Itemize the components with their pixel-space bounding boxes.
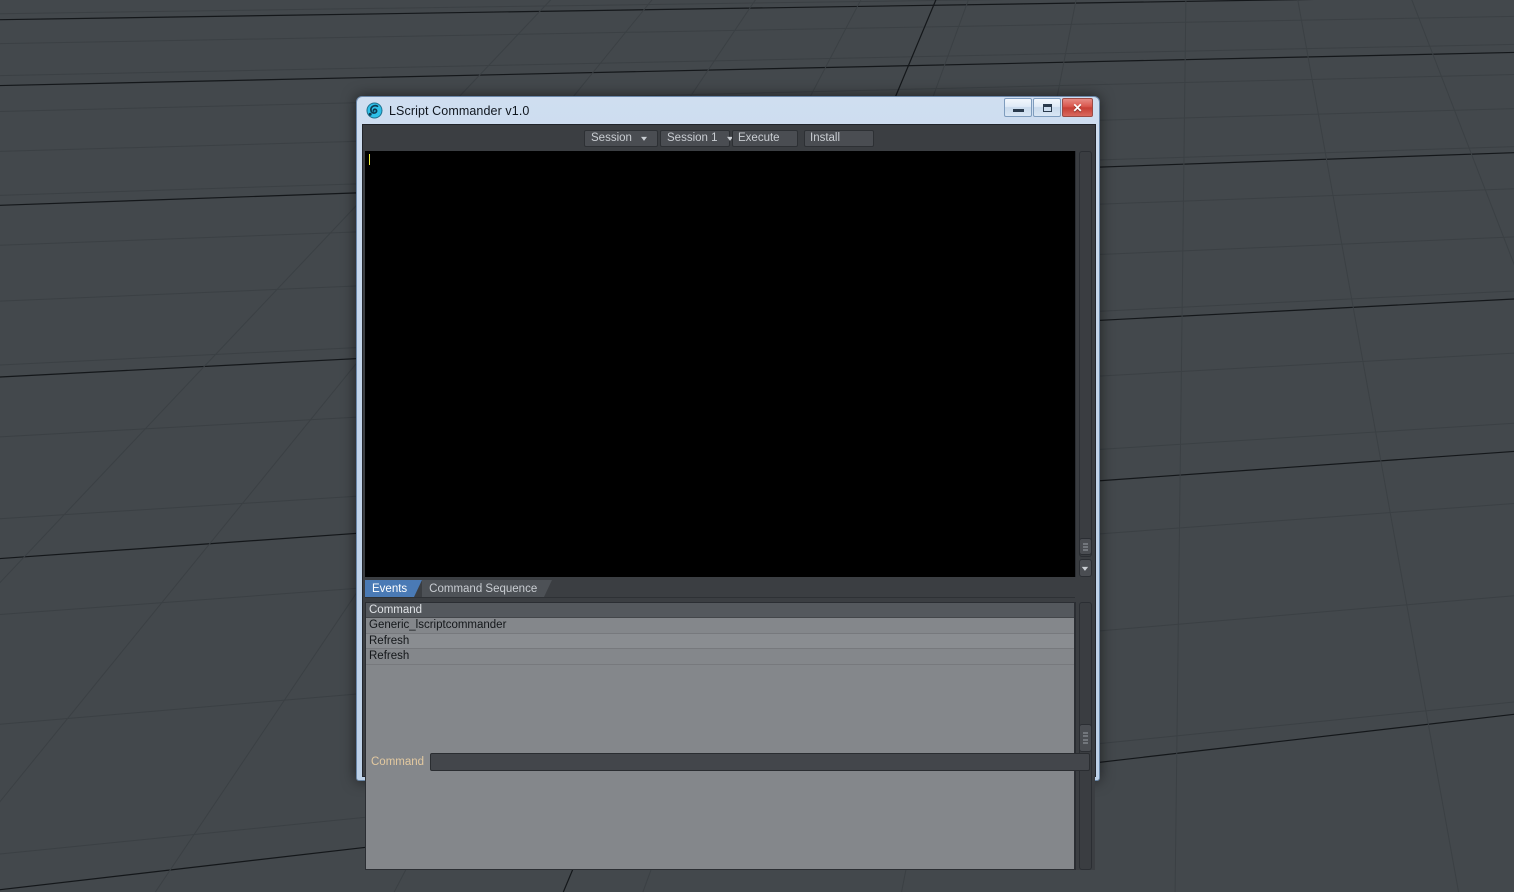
- editor-scroll-track[interactable]: [1079, 151, 1092, 557]
- code-content: [365, 151, 1075, 167]
- tab-bar: Events Command Sequence: [365, 580, 1075, 598]
- chevron-down-icon: ▾: [640, 133, 647, 143]
- session-number-value: Session 1: [667, 132, 718, 144]
- install-button[interactable]: Install: [804, 129, 874, 147]
- command-input[interactable]: [430, 753, 1090, 771]
- toolbar: Session ▾ Session 1 ▾ Execute Install: [363, 125, 1095, 151]
- events-list-body[interactable]: Command Generic_lscriptcommander Refresh…: [365, 602, 1075, 870]
- session-select[interactable]: Session ▾: [584, 129, 658, 147]
- lightwave-swirl-icon: [366, 102, 383, 119]
- table-row[interactable]: Refresh: [366, 633, 1074, 650]
- maximize-icon: [1042, 103, 1052, 112]
- code-text-area[interactable]: [365, 151, 1075, 577]
- table-cell-command: Refresh: [369, 634, 410, 647]
- session-select-value: Session: [591, 132, 632, 144]
- command-bar: Command: [365, 750, 1095, 774]
- maximize-button[interactable]: [1033, 98, 1061, 117]
- client-area: Session ▾ Session 1 ▾ Execute Install ▾: [362, 124, 1096, 870]
- editor-vertical-scrollbar[interactable]: ▾: [1075, 151, 1095, 577]
- table-cell-command: Refresh: [369, 650, 410, 663]
- execute-button[interactable]: Execute: [732, 129, 798, 147]
- tab-command-sequence-label: Command Sequence: [429, 582, 538, 595]
- close-button[interactable]: ✕: [1062, 98, 1093, 117]
- window-controls: ✕: [1004, 98, 1093, 117]
- code-editor[interactable]: ▾: [365, 151, 1095, 577]
- session-number-select[interactable]: Session 1 ▾: [660, 129, 733, 147]
- editor-scroll-thumb[interactable]: [1079, 538, 1092, 555]
- lscript-commander-window[interactable]: LScript Commander v1.0 ✕ Session ▾ Sessi…: [356, 96, 1100, 870]
- text-caret: [369, 154, 370, 165]
- list-scroll-thumb[interactable]: [1079, 724, 1092, 752]
- close-icon: ✕: [1072, 100, 1083, 115]
- column-header-command[interactable]: Command: [366, 603, 1074, 618]
- table-row[interactable]: Generic_lscriptcommander: [366, 618, 1074, 634]
- tab-events-label: Events: [372, 582, 408, 595]
- events-list[interactable]: Command Generic_lscriptcommander Refresh…: [365, 602, 1095, 870]
- list-vertical-scrollbar[interactable]: [1075, 602, 1095, 870]
- window-title: LScript Commander v1.0: [389, 103, 530, 118]
- table-row[interactable]: Refresh: [366, 649, 1074, 665]
- chevron-down-icon: ▾: [1082, 563, 1089, 573]
- table-cell-command: Generic_lscriptcommander: [369, 619, 507, 632]
- editor-scroll-down-button[interactable]: ▾: [1079, 559, 1092, 577]
- command-input-label: Command: [371, 756, 425, 768]
- title-bar[interactable]: LScript Commander v1.0 ✕: [362, 97, 1094, 124]
- minimize-icon: [1012, 109, 1024, 112]
- tab-command-sequence[interactable]: Command Sequence: [422, 580, 553, 597]
- scroll-thumb-grip: [1083, 732, 1088, 744]
- minimize-button[interactable]: [1004, 98, 1032, 117]
- scroll-thumb-grip: [1083, 543, 1088, 550]
- tab-events[interactable]: Events: [365, 580, 423, 597]
